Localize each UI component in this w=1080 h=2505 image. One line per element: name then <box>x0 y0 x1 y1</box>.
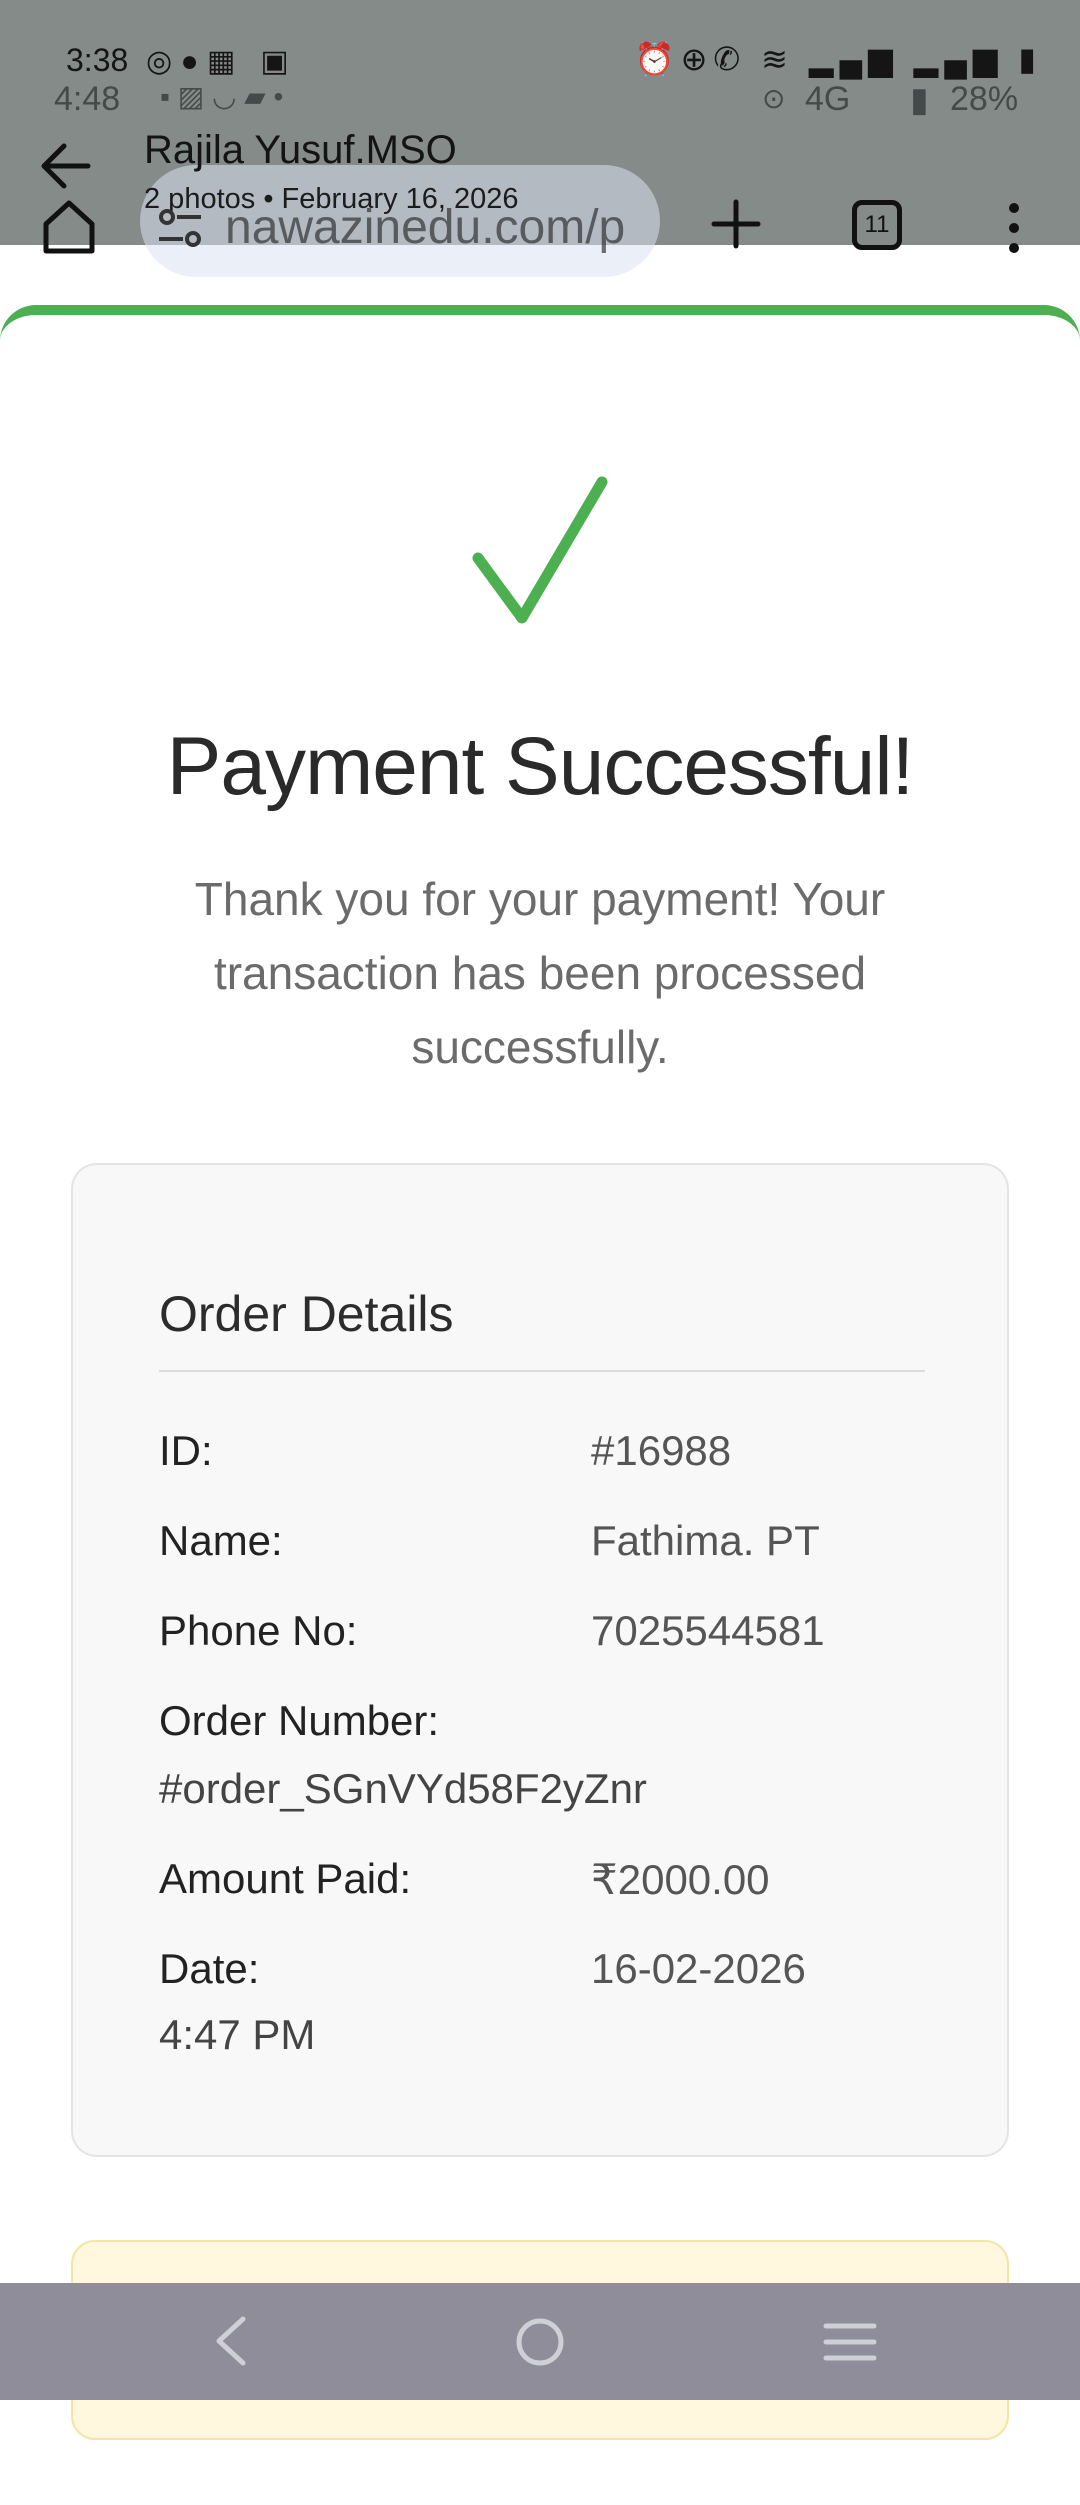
id-value: #16988 <box>591 1427 732 1474</box>
back-arrow-icon[interactable] <box>38 138 94 194</box>
order-details-title: Order Details <box>159 1286 454 1342</box>
home-icon[interactable] <box>40 198 98 256</box>
ghost-network: 4G <box>805 80 851 118</box>
ghost-battery: 28% <box>950 80 1019 118</box>
ghost-time: 4:48 <box>54 80 121 118</box>
ghost-battery-icon: ▮ <box>910 81 929 119</box>
notification-icons: ◎ ● ▦ ▣ <box>146 45 289 78</box>
divider <box>159 1370 925 1372</box>
date-label: Date: <box>159 1945 260 1992</box>
name-label: Name: <box>159 1517 283 1564</box>
page-title: Payment Successful! <box>166 721 915 812</box>
phone-value: 7025544581 <box>591 1607 825 1654</box>
gallery-header-overlay: 4:48 ▪ ▨ ◡ ▰ • ⊙ 4G ▮ 28% 3:38 ◎ ● ▦ ▣ ⏰… <box>0 0 1080 277</box>
success-message: Thank you for your payment! Your transac… <box>194 873 886 1073</box>
order-number-label: Order Number: <box>159 1697 440 1744</box>
nav-recents-icon[interactable] <box>822 2318 878 2366</box>
amount-label: Amount Paid: <box>159 1855 412 1902</box>
nav-home-icon[interactable] <box>514 2316 566 2368</box>
order-number-value: #order_SGnVYd58F2yZnr <box>159 1765 647 1812</box>
checkmark-icon <box>472 476 608 624</box>
more-options-icon[interactable] <box>1002 200 1026 256</box>
site-settings-icon[interactable] <box>157 205 203 251</box>
name-value: Fathima. PT <box>591 1517 820 1564</box>
url-text[interactable]: nawazinedu.com/p <box>225 200 625 255</box>
ghost-notification-icons: ▪ ▨ ◡ ▰ • <box>160 81 284 112</box>
album-title: Rajila Yusuf.MSO <box>144 128 457 172</box>
status-time: 3:38 <box>66 42 129 78</box>
date-value: 16-02-2026 <box>591 1945 806 1992</box>
web-page: Payment Successful! Thank you for your p… <box>0 0 1080 2505</box>
nav-back-icon[interactable] <box>205 2313 255 2369</box>
ghost-hotspot-icon: ⊙ <box>762 83 786 114</box>
amount-value: ₹2000.00 <box>591 1856 770 1903</box>
phone-label: Phone No: <box>159 1607 358 1654</box>
tab-switcher-button[interactable]: 11 <box>852 200 902 250</box>
time-value: 4:47 PM <box>159 2011 316 2058</box>
new-tab-plus-icon[interactable] <box>710 198 762 250</box>
status-icons: ⏰⊕✆ ≋ ▂▄▆ ▂▄▆ ▮ <box>634 41 1042 77</box>
id-label: ID: <box>159 1427 213 1474</box>
order-details-card: Order Details ID: #16988 Name: Fathima. … <box>71 1163 1009 2157</box>
